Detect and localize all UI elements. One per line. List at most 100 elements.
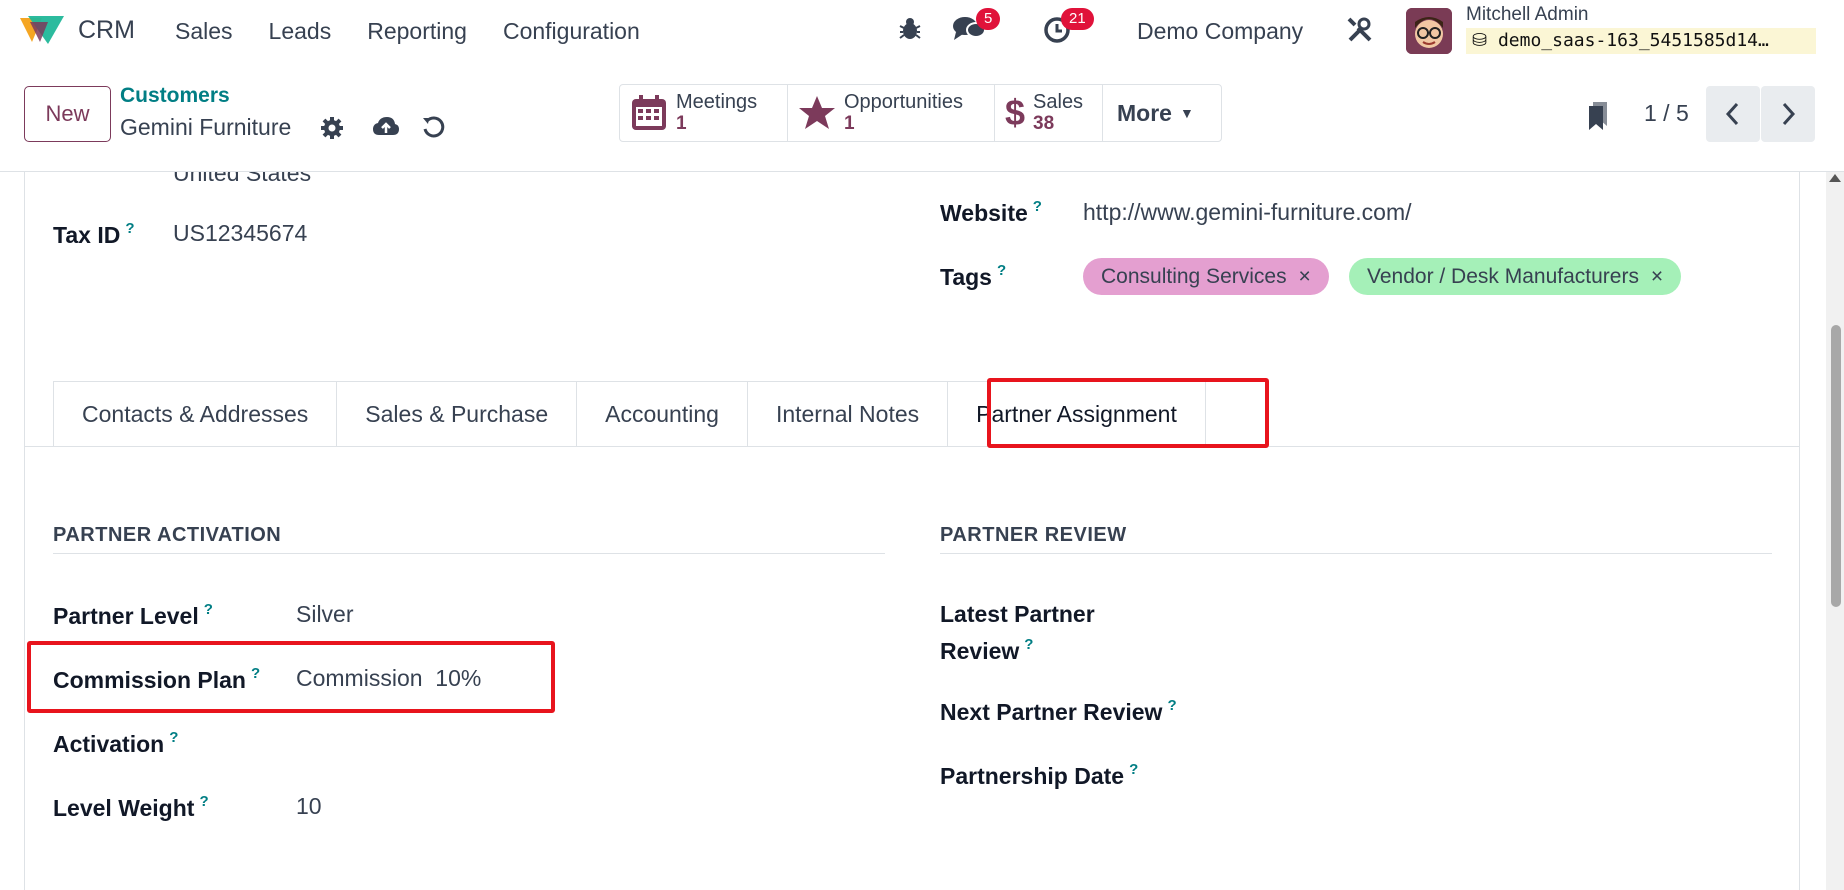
partner-level-label-text: Partner Level bbox=[53, 603, 199, 629]
chevron-right-icon bbox=[1782, 102, 1796, 126]
pager-previous-button[interactable] bbox=[1706, 86, 1760, 142]
meetings-smart-button[interactable]: Meetings 1 bbox=[620, 85, 788, 141]
commission-plan-label: Commission Plan? bbox=[53, 665, 260, 694]
website-label-text: Website bbox=[940, 200, 1028, 226]
latest-review-label-line2: Review? bbox=[940, 636, 1033, 665]
menu-sales[interactable]: Sales bbox=[175, 18, 233, 45]
app-name[interactable]: CRM bbox=[78, 16, 135, 45]
website-value[interactable]: http://www.gemini-furniture.com/ bbox=[1083, 199, 1412, 226]
gear-icon[interactable] bbox=[320, 116, 344, 140]
sales-label: Sales bbox=[1033, 91, 1084, 113]
tag-label: Vendor / Desk Manufacturers bbox=[1367, 265, 1639, 288]
record-title: Gemini Furniture bbox=[120, 114, 292, 140]
discard-icon[interactable] bbox=[421, 115, 445, 139]
caret-down-icon: ▼ bbox=[1179, 105, 1194, 121]
bookmark-icon[interactable] bbox=[1587, 100, 1611, 132]
tax-id-label: Tax ID? bbox=[53, 220, 135, 249]
user-avatar[interactable] bbox=[1406, 8, 1452, 54]
tab-sales-purchase[interactable]: Sales & Purchase bbox=[336, 381, 578, 447]
star-icon bbox=[799, 96, 835, 129]
commission-plan-help-icon[interactable]: ? bbox=[251, 665, 260, 682]
tags-label-text: Tags bbox=[940, 264, 992, 290]
tax-id-label-text: Tax ID bbox=[53, 222, 121, 248]
tab-partner-assignment[interactable]: Partner Assignment bbox=[947, 381, 1206, 447]
messages-badge: 5 bbox=[976, 8, 1001, 30]
tags-help-icon[interactable]: ? bbox=[997, 262, 1006, 279]
tab-internal-notes[interactable]: Internal Notes bbox=[746, 381, 949, 447]
tag-vendor-desk-manufacturers[interactable]: Vendor / Desk Manufacturers × bbox=[1349, 258, 1682, 295]
messages-button[interactable]: 5 bbox=[952, 8, 1001, 48]
opportunities-label: Opportunities bbox=[844, 91, 963, 113]
sales-smart-button[interactable]: $ Sales 38 bbox=[995, 85, 1103, 141]
next-review-label: Next Partner Review? bbox=[940, 697, 1177, 726]
partner-level-value[interactable]: Silver bbox=[296, 601, 354, 628]
partner-level-help-icon[interactable]: ? bbox=[204, 601, 213, 618]
tag-label: Consulting Services bbox=[1101, 265, 1287, 288]
activation-help-icon[interactable]: ? bbox=[169, 729, 178, 746]
activation-label: Activation? bbox=[53, 729, 178, 758]
menu-configuration[interactable]: Configuration bbox=[503, 18, 640, 45]
new-button[interactable]: New bbox=[24, 86, 111, 142]
main-menu: Sales Leads Reporting Configuration bbox=[175, 18, 676, 45]
tax-id-help-icon[interactable]: ? bbox=[125, 220, 134, 237]
tab-divider bbox=[24, 446, 1800, 447]
more-button[interactable]: More ▼ bbox=[1103, 85, 1221, 141]
latest-review-help-icon[interactable]: ? bbox=[1024, 636, 1033, 653]
remove-tag-icon[interactable]: × bbox=[1298, 265, 1310, 288]
partnership-date-help-icon[interactable]: ? bbox=[1129, 761, 1138, 778]
crm-logo-icon[interactable] bbox=[18, 12, 66, 48]
pager-value[interactable]: 1 / 5 bbox=[1644, 100, 1689, 127]
partner-review-title: PARTNER REVIEW bbox=[940, 524, 1127, 546]
cloud-upload-icon[interactable] bbox=[372, 115, 400, 139]
website-label: Website? bbox=[940, 198, 1042, 227]
activities-badge: 21 bbox=[1061, 8, 1094, 30]
top-navbar: CRM Sales Leads Reporting Configuration … bbox=[0, 0, 1844, 60]
commission-plan-label-text: Commission Plan bbox=[53, 667, 246, 693]
partner-level-label: Partner Level? bbox=[53, 601, 213, 630]
tax-id-value[interactable]: US12345674 bbox=[173, 220, 307, 247]
meetings-label: Meetings bbox=[676, 91, 758, 113]
dollar-icon: $ bbox=[1005, 92, 1026, 133]
meetings-count: 1 bbox=[676, 113, 687, 134]
scrollbar-thumb[interactable] bbox=[1831, 325, 1841, 607]
menu-reporting[interactable]: Reporting bbox=[367, 18, 467, 45]
next-review-label-text: Next Partner Review bbox=[940, 699, 1163, 725]
pager-next-button[interactable] bbox=[1761, 86, 1815, 142]
level-weight-value[interactable]: 10 bbox=[296, 793, 322, 820]
control-panel: New Customers Gemini Furniture Meetings … bbox=[0, 60, 1844, 172]
chevron-left-icon bbox=[1725, 102, 1739, 126]
partner-review-rule bbox=[940, 553, 1772, 554]
scroll-up-icon[interactable] bbox=[1829, 174, 1841, 182]
tools-icon[interactable] bbox=[1346, 16, 1374, 44]
remove-tag-icon[interactable]: × bbox=[1651, 265, 1663, 288]
user-name[interactable]: Mitchell Admin bbox=[1466, 4, 1589, 26]
partnership-date-label: Partnership Date? bbox=[940, 761, 1138, 790]
next-review-help-icon[interactable]: ? bbox=[1167, 697, 1176, 714]
partner-activation-title: PARTNER ACTIVATION bbox=[53, 524, 282, 546]
website-help-icon[interactable]: ? bbox=[1033, 198, 1042, 215]
clipped-row: United States bbox=[24, 172, 1800, 192]
level-weight-label: Level Weight? bbox=[53, 793, 209, 822]
company-switcher[interactable]: Demo Company bbox=[1137, 18, 1303, 45]
tags-label: Tags? bbox=[940, 262, 1006, 291]
country-value: United States bbox=[173, 172, 312, 186]
activation-label-text: Activation bbox=[53, 731, 165, 757]
bug-icon[interactable] bbox=[897, 16, 923, 42]
database-name: ⛁ demo_saas-163_5451585d14… bbox=[1466, 28, 1816, 54]
tab-accounting[interactable]: Accounting bbox=[576, 381, 748, 447]
tag-consulting-services[interactable]: Consulting Services × bbox=[1083, 258, 1329, 295]
opportunities-smart-button[interactable]: Opportunities 1 bbox=[788, 85, 995, 141]
partnership-date-label-text: Partnership Date bbox=[940, 763, 1125, 789]
form-tabs: Contacts & Addresses Sales & Purchase Ac… bbox=[53, 381, 1206, 447]
sales-count: 38 bbox=[1033, 113, 1055, 134]
calendar-icon bbox=[632, 95, 666, 130]
database-icon: ⛁ bbox=[1472, 30, 1488, 51]
smart-buttons: Meetings 1 Opportunities 1 $ Sales 38 Mo… bbox=[619, 84, 1222, 142]
menu-leads[interactable]: Leads bbox=[269, 18, 332, 45]
avatar-face-icon bbox=[1406, 8, 1452, 54]
level-weight-help-icon[interactable]: ? bbox=[199, 793, 208, 810]
activities-button[interactable]: 21 bbox=[1043, 8, 1094, 48]
commission-plan-value[interactable]: Commission 10% bbox=[296, 665, 481, 692]
breadcrumb-customers[interactable]: Customers bbox=[120, 84, 230, 108]
tab-contacts-addresses[interactable]: Contacts & Addresses bbox=[53, 381, 338, 447]
